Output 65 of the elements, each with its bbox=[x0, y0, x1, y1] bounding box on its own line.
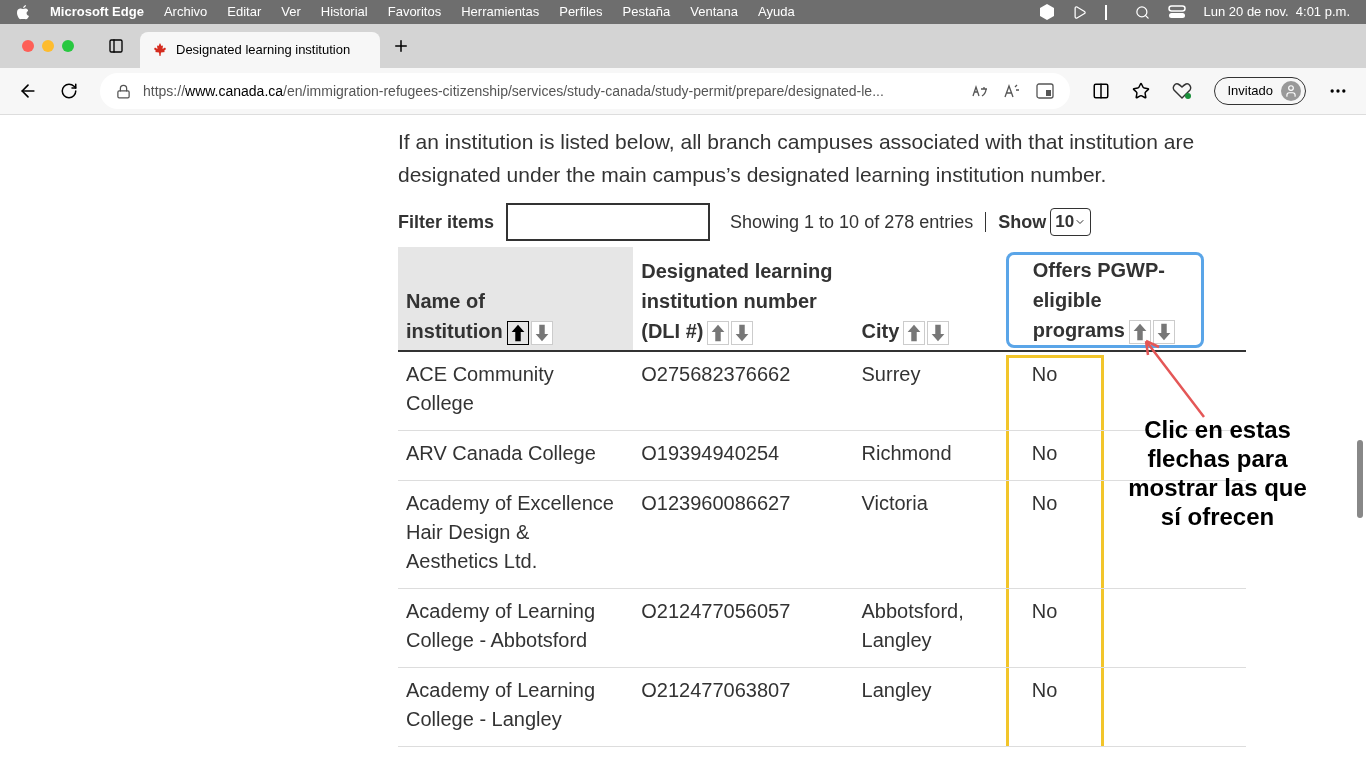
table-cell: No bbox=[1005, 667, 1246, 747]
table-cell: Richmond bbox=[853, 430, 1006, 481]
table-cell: Surrey bbox=[853, 351, 1006, 431]
avatar-icon bbox=[1281, 81, 1301, 101]
control-center-icon[interactable] bbox=[1167, 5, 1186, 19]
table-cell: Academy of Learning College - Abbotsford bbox=[398, 588, 634, 668]
filter-field[interactable] bbox=[506, 203, 711, 241]
table-cell: O123960086627 bbox=[633, 480, 854, 589]
play-icon[interactable] bbox=[1071, 4, 1087, 20]
annotation-text: Clic en estas flechas para mostrar las que sí ofrecen bbox=[1127, 415, 1308, 531]
table-cell: Victoria bbox=[853, 480, 1006, 589]
page-size-select[interactable]: 10 bbox=[1050, 208, 1092, 236]
filter-label: Filter items bbox=[398, 210, 495, 234]
menu-item[interactable]: Historial bbox=[320, 2, 368, 22]
menu-item[interactable]: Ver bbox=[281, 2, 301, 22]
url-text: https://www.canada.ca/en/immigration-refugees-citizenship/services/study-canada/study-permit/prepare/designated-le... bbox=[143, 81, 884, 101]
intro-paragraph: If an institution is listed below, all branch campuses associated with that institution are designated under the main campus’s designated learning institution number. bbox=[398, 129, 1196, 188]
apple-icon[interactable] bbox=[16, 4, 30, 20]
heartbeat-icon[interactable] bbox=[1172, 82, 1193, 100]
lock-icon bbox=[116, 83, 131, 99]
menu-item[interactable]: Herramientas bbox=[461, 2, 540, 22]
table-cell: O212477056057 bbox=[633, 588, 854, 668]
tab-actions-icon[interactable] bbox=[108, 38, 124, 54]
show-label: Show bbox=[998, 210, 1047, 234]
tab-title: Designated learning institution bbox=[176, 41, 351, 60]
address-bar[interactable]: https://www.canada.ca/en/immigration-refugees-citizenship/services/study-canada/study-permit/prepare/designated-le... bbox=[100, 73, 1071, 109]
reload-icon[interactable] bbox=[60, 82, 78, 100]
split-screen-icon[interactable] bbox=[1092, 82, 1111, 100]
table-cell: No bbox=[1005, 588, 1246, 668]
table-cell: ACE Community College bbox=[398, 351, 634, 431]
menu-item[interactable]: Ayuda bbox=[758, 2, 795, 22]
menu-item[interactable]: Archivo bbox=[163, 2, 208, 22]
column-header[interactable]: Designated learning institution number (DLI #) bbox=[633, 247, 854, 351]
table-cell: ARV Canada College bbox=[398, 430, 634, 481]
reader-icon[interactable] bbox=[1036, 83, 1055, 99]
column-header[interactable]: Name of institution bbox=[398, 247, 634, 351]
table-cell: O275682376662 bbox=[633, 351, 854, 431]
clock[interactable]: Lun 20 de nov. 4:01 p.m. bbox=[1203, 2, 1350, 22]
table-cell: O19394940254 bbox=[633, 430, 854, 481]
maple-leaf-icon bbox=[152, 42, 168, 58]
entries-info: Showing 1 to 10 of 278 entries bbox=[730, 210, 974, 234]
sort-down-icon[interactable] bbox=[1152, 319, 1175, 344]
shield-icon[interactable] bbox=[1039, 4, 1054, 20]
table-cell: Langley bbox=[853, 667, 1006, 747]
column-header[interactable]: City bbox=[853, 247, 1006, 351]
search-icon[interactable] bbox=[1134, 4, 1150, 20]
table-cell: Academy of Learning College - Langley bbox=[398, 667, 634, 747]
browser-tab[interactable]: Designated learning institution bbox=[140, 32, 380, 68]
table-cell: Abbotsford, Langley bbox=[853, 588, 1006, 668]
menu-item[interactable]: Ventana bbox=[690, 2, 738, 22]
table-cell: O212477063807 bbox=[633, 667, 854, 747]
menu-item[interactable]: Perfiles bbox=[559, 2, 603, 22]
menu-item[interactable]: Favoritos bbox=[387, 2, 442, 22]
table-cell: Academy of Excellence Hair Design & Aesthetics Ltd. bbox=[398, 480, 634, 589]
menu-item[interactable]: Pestaña bbox=[622, 2, 671, 22]
read-aloud-icon[interactable] bbox=[1004, 84, 1021, 98]
sort-down-icon[interactable] bbox=[731, 320, 754, 345]
sort-down-icon[interactable] bbox=[530, 320, 553, 345]
app-name[interactable]: Microsoft Edge bbox=[50, 2, 144, 22]
new-tab-icon[interactable] bbox=[392, 37, 410, 55]
sort-down-icon[interactable] bbox=[927, 320, 950, 345]
sort-up-icon[interactable] bbox=[506, 320, 529, 345]
favorites-icon[interactable] bbox=[1132, 82, 1151, 100]
translate-icon[interactable] bbox=[972, 84, 989, 98]
menu-item[interactable]: Editar bbox=[227, 2, 262, 22]
